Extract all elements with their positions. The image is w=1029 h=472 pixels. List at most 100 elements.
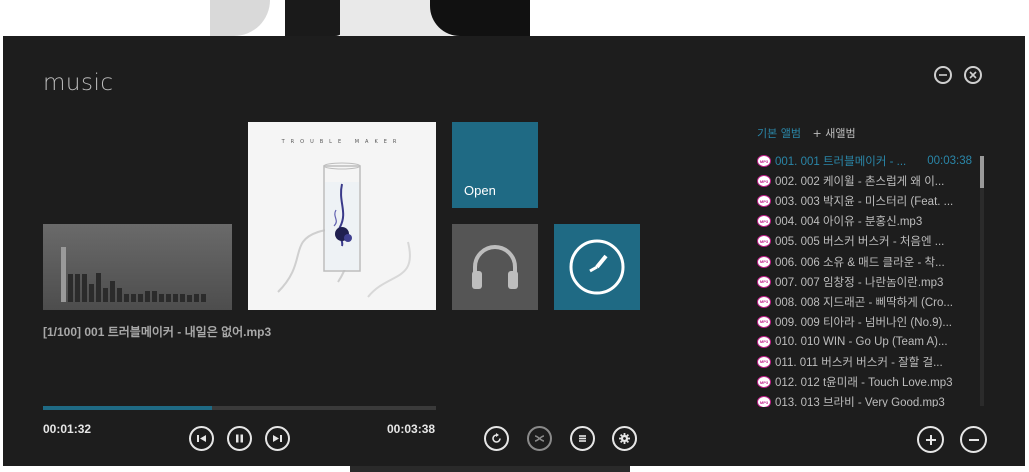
next-button[interactable] — [265, 426, 290, 451]
visualizer-bar — [75, 274, 80, 302]
remove-track-button[interactable] — [960, 426, 987, 453]
add-track-button[interactable] — [917, 426, 944, 453]
album-art-image — [277, 162, 411, 298]
mp3-file-icon: MP3 — [757, 355, 771, 368]
playlist-item[interactable]: MP3 013. 013 브라비 - Very Good.mp3 — [757, 392, 972, 407]
playlist-scrollbar[interactable] — [980, 156, 984, 406]
mp3-file-icon: MP3 — [757, 255, 771, 268]
visualizer-bar — [89, 284, 94, 302]
mp3-file-icon: MP3 — [757, 175, 771, 188]
shuffle-icon — [534, 435, 545, 442]
open-tile-label: Open — [464, 183, 496, 198]
headphones-tile[interactable] — [452, 224, 538, 310]
visualizer-bar — [159, 294, 164, 302]
timer-tile[interactable] — [554, 224, 640, 310]
mp3-file-icon: MP3 — [757, 335, 771, 348]
playlist-item[interactable]: MP3 005. 005 버스커 버스커 - 처음엔 ... — [757, 231, 972, 251]
playlist-item[interactable]: MP3 007. 007 임창정 - 나란놈이란.mp3 — [757, 272, 972, 292]
minus-icon — [968, 438, 979, 441]
skip-back-icon — [197, 435, 206, 442]
playlist-item-name: 003. 003 박지윤 - 미스터리 (Feat. ... — [775, 196, 954, 209]
new-album-button[interactable]: + 새앨범 — [812, 127, 855, 140]
photo-hair-right — [430, 0, 530, 36]
playlist-item[interactable]: MP3 012. 012 t윤미래 - Touch Love.mp3 — [757, 372, 972, 392]
playlist-item-name: 004. 004 아이유 - 분홍신.mp3 — [775, 216, 923, 229]
app-title: music — [43, 70, 114, 96]
playlist-item-name: 002. 002 케이윌 - 촌스럽게 왜 이... — [775, 176, 945, 189]
playlist-item-name: 005. 005 버스커 버스커 - 처음엔 ... — [775, 236, 945, 249]
playlist-item-name: 006. 006 소유 & 매드 클라운 - 착... — [775, 256, 945, 269]
playlist-item[interactable]: MP3 002. 002 케이윌 - 촌스럽게 왜 이... — [757, 171, 972, 191]
mp3-file-icon: MP3 — [757, 275, 771, 288]
visualizer-bar — [180, 294, 185, 302]
album-tabs: 기본 앨범 + 새앨범 — [757, 125, 856, 141]
minimize-button[interactable] — [934, 66, 952, 84]
mp3-file-icon: MP3 — [757, 396, 771, 407]
playlist-item-name: 010. 010 WIN - Go Up (Team A)... — [775, 335, 948, 348]
tab-default-album[interactable]: 기본 앨범 — [757, 127, 801, 140]
playlist-item[interactable]: MP3 011. 011 버스커 버스커 - 잘할 걸... — [757, 352, 972, 372]
playlist-item[interactable]: MP3 009. 009 티아라 - 넘버나인 (No.9)... — [757, 312, 972, 332]
mp3-file-icon: MP3 — [757, 295, 771, 308]
seek-bar[interactable] — [43, 406, 436, 410]
visualizer-bar — [201, 294, 206, 302]
list-icon — [579, 435, 586, 442]
repeat-button[interactable] — [484, 426, 509, 451]
spectrum-visualizer — [43, 224, 232, 310]
playlist-item-duration: 00:03:38 — [927, 155, 972, 168]
pause-button[interactable] — [227, 426, 252, 451]
repeat-icon — [492, 433, 501, 443]
playlist-item[interactable]: MP3 008. 008 지드래곤 - 삐딱하게 (Cro... — [757, 292, 972, 312]
plus-icon — [925, 434, 936, 445]
playlist-item-name: 008. 008 지드래곤 - 삐딱하게 (Cro... — [775, 296, 953, 309]
elapsed-time: 00:01:32 — [43, 422, 92, 436]
shuffle-button[interactable] — [527, 426, 552, 451]
open-tile[interactable]: Open — [452, 122, 538, 208]
visualizer-bar — [187, 295, 192, 302]
seek-bar-fill — [43, 406, 212, 410]
playlist-item[interactable]: MP3 001. 001 트러블메이커 - ... 00:03:38 — [757, 151, 972, 171]
playlist-item-name: 011. 011 버스커 버스커 - 잘할 걸... — [775, 356, 943, 369]
visualizer-bar — [103, 288, 108, 302]
visualizer-bar — [131, 294, 136, 302]
headphones-icon — [472, 245, 518, 289]
close-icon — [969, 71, 977, 79]
visualizer-bar — [194, 294, 199, 302]
close-button[interactable] — [964, 66, 982, 84]
playlist-item[interactable]: MP3 006. 006 소유 & 매드 클라운 - 착... — [757, 251, 972, 271]
now-playing-title: [1/100] 001 트러블메이커 - 내일은 없어.mp3 — [43, 325, 272, 339]
mp3-file-icon: MP3 — [757, 155, 771, 168]
skip-forward-icon — [273, 435, 282, 442]
previous-button[interactable] — [189, 426, 214, 451]
visualizer-bar — [68, 274, 73, 302]
music-player-window: music TROUBLE MAKER Open [1/100] 001 트러블… — [3, 36, 1025, 466]
playlist-item[interactable]: MP3 010. 010 WIN - Go Up (Team A)... — [757, 332, 972, 352]
visualizer-bar — [173, 294, 178, 302]
visualizer-bar — [96, 273, 101, 302]
visualizer-bar — [117, 288, 122, 302]
clock-icon — [569, 239, 625, 295]
visualizer-bar — [166, 294, 171, 302]
playlist-item-name: 009. 009 티아라 - 넘버나인 (No.9)... — [775, 316, 952, 329]
mp3-file-icon: MP3 — [757, 215, 771, 228]
playlist-item[interactable]: MP3 003. 003 박지윤 - 미스터리 (Feat. ... — [757, 191, 972, 211]
gear-icon — [619, 433, 630, 444]
playlist: MP3 001. 001 트러블메이커 - ... 00:03:38 MP3 002. … — [757, 151, 972, 407]
photo-shoulder — [210, 0, 270, 36]
playlist-button[interactable] — [570, 426, 595, 451]
mp3-file-icon: MP3 — [757, 235, 771, 248]
visualizer-bar — [110, 281, 115, 302]
settings-button[interactable] — [612, 426, 637, 451]
playlist-item-name: 013. 013 브라비 - Very Good.mp3 — [775, 397, 945, 407]
playlist-item-name: 001. 001 트러블메이커 - ... — [775, 156, 907, 169]
mp3-file-icon: MP3 — [757, 376, 771, 389]
scrollbar-thumb[interactable] — [980, 156, 984, 188]
visualizer-bar — [152, 291, 157, 302]
playlist-item-name: 012. 012 t윤미래 - Touch Love.mp3 — [775, 377, 953, 390]
photo-hair-left — [285, 0, 345, 36]
visualizer-bar — [145, 291, 150, 302]
playlist-item[interactable]: MP3 004. 004 아이유 - 분홍신.mp3 — [757, 211, 972, 231]
playlist-item-name: 007. 007 임창정 - 나란놈이란.mp3 — [775, 276, 944, 289]
album-art: TROUBLE MAKER — [248, 122, 436, 310]
minimize-icon — [939, 74, 947, 76]
